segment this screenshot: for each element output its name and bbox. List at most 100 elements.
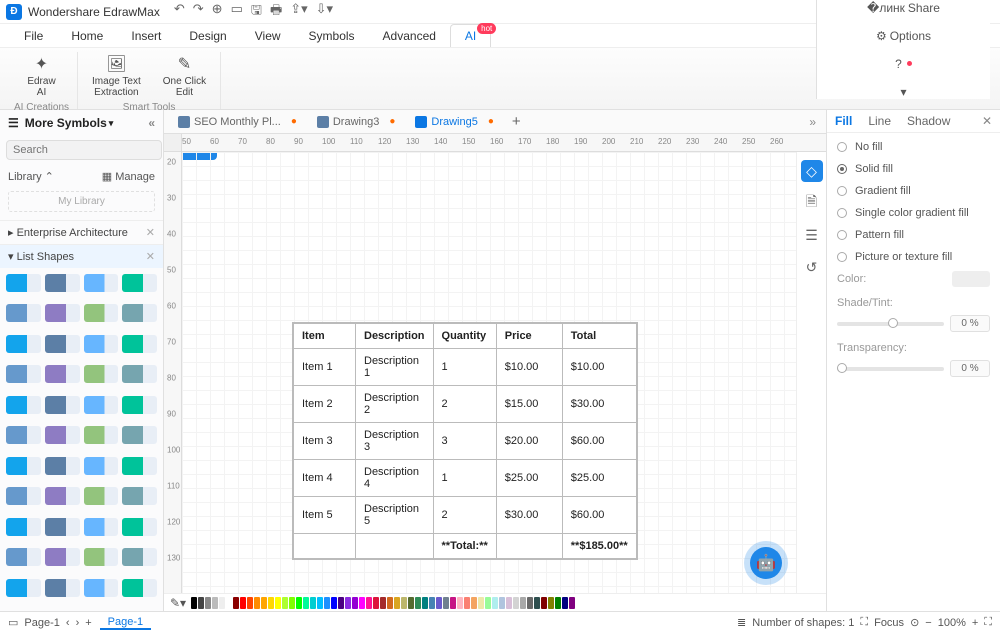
shape-thumbnail[interactable] <box>84 518 119 536</box>
canvas[interactable]: ItemDescriptionQuantityPriceTotalItem 1D… <box>182 152 796 593</box>
document-tab[interactable]: Drawing5● <box>405 113 504 131</box>
shape-thumbnail[interactable] <box>84 487 119 505</box>
palette-swatch[interactable] <box>373 597 379 609</box>
shape-thumbnail[interactable] <box>122 518 157 536</box>
menu-symbols[interactable]: Symbols <box>295 25 369 47</box>
palette-swatch[interactable] <box>527 597 533 609</box>
symbol-search-input[interactable] <box>6 140 162 160</box>
zoom-level[interactable]: 100% <box>938 617 966 629</box>
layers-icon[interactable]: ≣ <box>737 616 746 629</box>
palette-swatch[interactable] <box>450 597 456 609</box>
palette-swatch[interactable] <box>282 597 288 609</box>
shape-thumbnail[interactable] <box>122 426 157 444</box>
shade-value[interactable]: 0 % <box>950 315 990 332</box>
menu-file[interactable]: File <box>10 25 57 47</box>
palette-swatch[interactable] <box>422 597 428 609</box>
palette-swatch[interactable] <box>317 597 323 609</box>
shape-thumbnail[interactable] <box>84 365 119 383</box>
shape-thumbnail[interactable] <box>84 304 119 322</box>
transparency-value[interactable]: 0 % <box>950 360 990 377</box>
shape-thumbnail[interactable] <box>84 579 119 597</box>
page-selector[interactable]: Page-1 <box>24 617 59 629</box>
help-button[interactable]: ? <box>895 57 912 71</box>
shape-thumbnail[interactable] <box>84 396 119 414</box>
shape-thumbnail[interactable] <box>84 335 119 353</box>
palette-swatch[interactable] <box>485 597 491 609</box>
zoom-out-icon[interactable]: − <box>925 617 931 629</box>
image-text-extraction-button[interactable]: 🖼Image Text Extraction <box>86 52 147 100</box>
menu-design[interactable]: Design <box>175 25 240 47</box>
page-list-icon[interactable]: ▭ <box>8 616 18 629</box>
add-page-icon[interactable]: + <box>85 617 91 629</box>
palette-swatch[interactable] <box>198 597 204 609</box>
tabs-overflow-icon[interactable]: » <box>803 115 822 129</box>
palette-swatch[interactable] <box>191 597 197 609</box>
shape-thumbnail[interactable] <box>6 579 41 597</box>
ai-assistant-bubble[interactable]: 🤖 <box>750 547 782 579</box>
format-tool-icon[interactable]: ◇ <box>801 160 823 182</box>
palette-swatch[interactable] <box>464 597 470 609</box>
right-tab-line[interactable]: Line <box>868 114 891 128</box>
shape-thumbnail[interactable] <box>6 457 41 475</box>
new-icon[interactable]: ⊕ <box>212 1 223 23</box>
shape-thumbnail[interactable] <box>45 335 80 353</box>
palette-swatch[interactable] <box>499 597 505 609</box>
shape-thumbnail[interactable] <box>6 518 41 536</box>
palette-swatch[interactable] <box>345 597 351 609</box>
palette-swatch[interactable] <box>254 597 260 609</box>
palette-swatch[interactable] <box>492 597 498 609</box>
shape-thumbnail[interactable] <box>122 579 157 597</box>
palette-swatch[interactable] <box>506 597 512 609</box>
palette-swatch[interactable] <box>310 597 316 609</box>
right-tab-shadow[interactable]: Shadow <box>907 114 950 128</box>
document-tab[interactable]: Drawing3● <box>307 113 406 131</box>
collapse-left-icon[interactable]: « <box>148 116 155 130</box>
shape-thumbnail[interactable] <box>122 274 157 292</box>
shape-thumbnail[interactable] <box>6 396 41 414</box>
right-tab-fill[interactable]: Fill <box>835 114 852 128</box>
palette-swatch[interactable] <box>394 597 400 609</box>
palette-swatch[interactable] <box>569 597 575 609</box>
my-library[interactable]: My Library <box>8 191 155 212</box>
open-icon[interactable]: ▭ <box>231 1 243 23</box>
shape-thumbnail[interactable] <box>6 274 41 292</box>
next-page-icon[interactable]: › <box>76 617 80 629</box>
shape-thumbnail[interactable] <box>45 365 80 383</box>
shape-thumbnail[interactable] <box>6 365 41 383</box>
shape-thumbnail[interactable] <box>45 518 80 536</box>
palette-swatch[interactable] <box>338 597 344 609</box>
palette-swatch[interactable] <box>443 597 449 609</box>
palette-swatch[interactable] <box>513 597 519 609</box>
palette-swatch[interactable] <box>380 597 386 609</box>
shade-slider[interactable] <box>837 322 944 326</box>
share-button[interactable]: �линк Share <box>867 1 940 15</box>
shape-thumbnail[interactable] <box>84 548 119 566</box>
palette-swatch[interactable] <box>387 597 393 609</box>
palette-swatch[interactable] <box>555 597 561 609</box>
edraw-ai-button[interactable]: ✦Edraw AI <box>21 52 61 100</box>
shape-thumbnail[interactable] <box>122 457 157 475</box>
print-icon[interactable]: 🖶 <box>270 1 282 23</box>
palette-swatch[interactable] <box>562 597 568 609</box>
menu-ai[interactable]: AIhot <box>450 24 491 47</box>
shape-thumbnail[interactable] <box>6 304 41 322</box>
palette-swatch[interactable] <box>219 597 225 609</box>
palette-swatch[interactable] <box>247 597 253 609</box>
palette-swatch[interactable] <box>471 597 477 609</box>
fill-option[interactable]: Gradient fill <box>837 185 990 197</box>
menu-more-icon[interactable]: ▾ <box>900 85 906 99</box>
shape-thumbnail[interactable] <box>6 487 41 505</box>
palette-swatch[interactable] <box>541 597 547 609</box>
section-enterprise-architecture[interactable]: ▸ Enterprise Architecture✕ <box>0 220 163 244</box>
palette-swatch[interactable] <box>401 597 407 609</box>
focus-label[interactable]: Focus <box>874 617 904 629</box>
document-tab[interactable]: SEO Monthly Pl...● <box>168 113 307 131</box>
palette-swatch[interactable] <box>429 597 435 609</box>
shape-thumbnail[interactable] <box>84 274 119 292</box>
palette-swatch[interactable] <box>408 597 414 609</box>
palette-swatch[interactable] <box>275 597 281 609</box>
import-icon[interactable]: ⇩▾ <box>316 1 333 23</box>
prev-page-icon[interactable]: ‹ <box>66 617 70 629</box>
shape-thumbnail[interactable] <box>45 396 80 414</box>
palette-swatch[interactable] <box>457 597 463 609</box>
